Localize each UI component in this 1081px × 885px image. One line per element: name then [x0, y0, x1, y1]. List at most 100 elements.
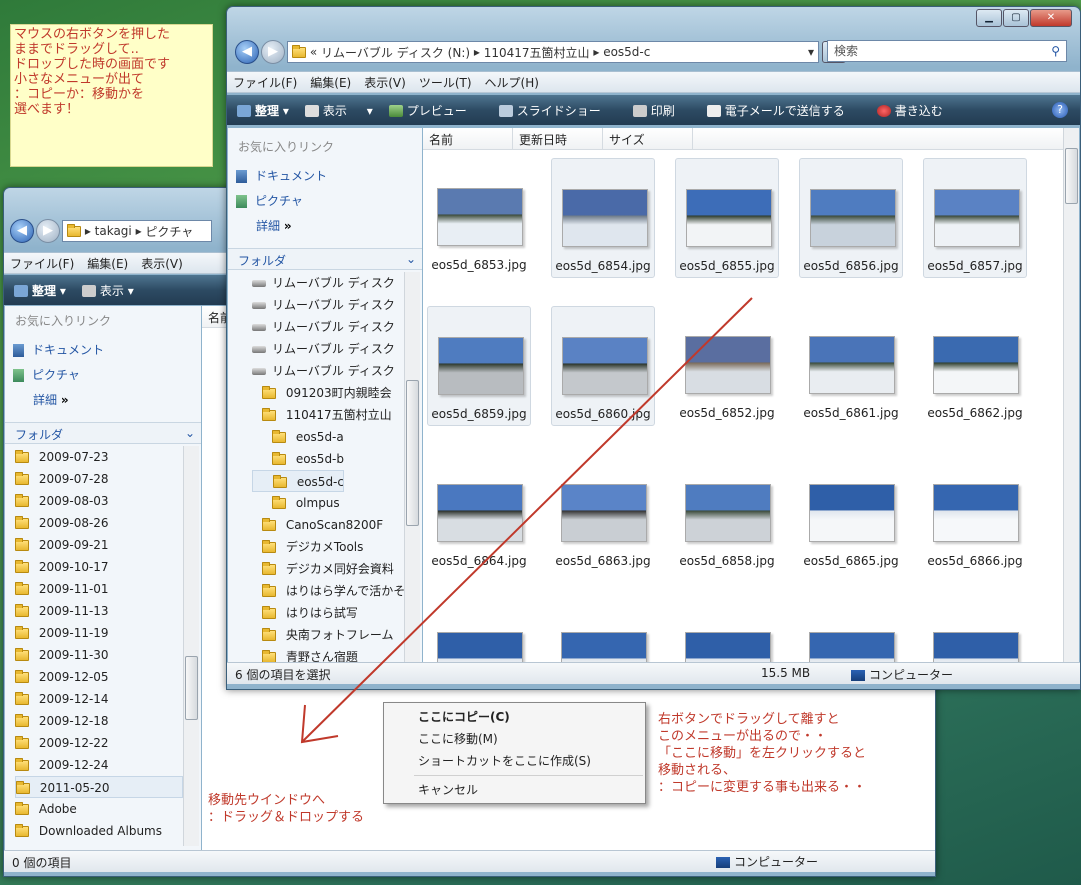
copy-here-item[interactable]: ここにコピー(C) — [384, 706, 645, 728]
forward-button[interactable]: ▶ — [36, 219, 60, 243]
folder-item[interactable]: 2009-07-28 — [15, 468, 183, 490]
close-button[interactable]: ✕ — [1030, 9, 1072, 27]
forward-button[interactable]: ▶ — [261, 40, 285, 64]
folder-item[interactable]: Adobe — [15, 798, 183, 820]
folder-item[interactable]: 2009-12-05 — [15, 666, 183, 688]
col-size[interactable]: サイズ — [603, 128, 693, 149]
front-address-bar[interactable]: « リムーバブル ディスク (N:) ▸ 110417五箇村立山 ▸ eos5d… — [287, 41, 819, 63]
folder-item[interactable]: 青野さん宿題 — [252, 646, 404, 662]
file-thumbnail[interactable]: eos5d_6858.jpg — [675, 454, 779, 574]
create-shortcut-item[interactable]: ショートカットをここに作成(S) — [384, 750, 645, 772]
print-button[interactable]: 印刷 — [632, 102, 691, 119]
file-thumbnail[interactable]: eos5d_6853.jpg — [427, 158, 531, 278]
folder-item[interactable]: 2009-11-13 — [15, 600, 183, 622]
drive-item[interactable]: リムーバブル ディスク — [252, 338, 404, 360]
file-thumbnail[interactable]: eos5d_6861.jpg — [799, 306, 903, 426]
folder-item[interactable]: 2009-12-14 — [15, 688, 183, 710]
folder-item[interactable]: Downloaded Albums — [15, 820, 183, 842]
folder-item[interactable]: 2009-08-26 — [15, 512, 183, 534]
folder-item[interactable]: 2009-09-21 — [15, 534, 183, 556]
file-thumbnail[interactable] — [799, 602, 903, 662]
file-thumbnail[interactable]: eos5d_6859.jpg — [427, 306, 531, 426]
drive-item[interactable]: リムーバブル ディスク — [252, 294, 404, 316]
more-link[interactable]: 詳細 » — [228, 209, 422, 234]
folder-item[interactable]: CanoScan8200F — [252, 514, 404, 536]
folder-item[interactable]: eos5d-c — [252, 470, 344, 492]
folder-item[interactable]: デジカメ同好会資料 — [252, 558, 404, 580]
folder-item[interactable]: 2009-12-24 — [15, 754, 183, 776]
file-thumbnail[interactable]: eos5d_6866.jpg — [923, 454, 1027, 574]
folder-item[interactable]: はりはら試写 — [252, 602, 404, 624]
file-thumbnail[interactable] — [551, 602, 655, 662]
front-tree-scrollbar[interactable] — [404, 272, 420, 662]
preview-button[interactable]: プレビュー — [388, 102, 483, 119]
burn-button[interactable]: 書き込む — [876, 102, 959, 119]
file-thumbnail[interactable]: eos5d_6860.jpg — [551, 306, 655, 426]
fav-documents[interactable]: ドキュメント — [5, 329, 201, 358]
folder-item[interactable]: eos5d-a — [252, 426, 404, 448]
folder-item[interactable]: eos5d-b — [252, 448, 404, 470]
menu-tools[interactable]: ツール(T) — [419, 74, 472, 91]
folder-item[interactable]: 2009-12-18 — [15, 710, 183, 732]
view-button[interactable]: 表示 ▾ — [81, 282, 134, 299]
drive-item[interactable]: リムーバブル ディスク — [252, 316, 404, 338]
search-input[interactable]: 検索 ⚲ — [827, 40, 1067, 62]
file-thumbnail[interactable]: eos5d_6855.jpg — [675, 158, 779, 278]
folder-item[interactable]: 2009-11-30 — [15, 644, 183, 666]
help-icon[interactable]: ? — [1052, 102, 1068, 118]
file-thumbnail[interactable] — [675, 602, 779, 662]
move-here-item[interactable]: ここに移動(M) — [384, 728, 645, 750]
menu-edit[interactable]: 編集(E) — [87, 255, 128, 272]
file-thumbnail[interactable]: eos5d_6857.jpg — [923, 158, 1027, 278]
folder-item[interactable]: 2009-08-03 — [15, 490, 183, 512]
menu-view[interactable]: 表示(V) — [141, 255, 183, 272]
front-explorer-window[interactable]: ▁ ▢ ✕ ◀ ▶ « リムーバブル ディスク (N:) ▸ 110417五箇村… — [226, 6, 1081, 690]
more-link[interactable]: 詳細 » — [5, 383, 201, 408]
file-thumbnail[interactable]: eos5d_6863.jpg — [551, 454, 655, 574]
drive-item[interactable]: リムーバブル ディスク — [252, 360, 404, 382]
folder-item[interactable]: olmpus — [252, 492, 404, 514]
view-button[interactable]: 表示 ▾ — [304, 102, 373, 119]
fav-documents[interactable]: ドキュメント — [228, 155, 422, 184]
file-thumbnail[interactable]: eos5d_6862.jpg — [923, 306, 1027, 426]
folder-item[interactable]: 2009-11-19 — [15, 622, 183, 644]
folder-item[interactable]: 2009-11-01 — [15, 578, 183, 600]
file-thumbnail[interactable]: eos5d_6852.jpg — [675, 306, 779, 426]
file-thumbnail[interactable]: eos5d_6854.jpg — [551, 158, 655, 278]
file-thumbnail[interactable]: eos5d_6865.jpg — [799, 454, 903, 574]
col-name[interactable]: 名前 — [423, 128, 513, 149]
back-button[interactable]: ◀ — [235, 40, 259, 64]
fav-pictures[interactable]: ピクチャ — [228, 184, 422, 209]
file-thumbnail[interactable] — [923, 602, 1027, 662]
organize-button[interactable]: 整理 ▾ — [14, 282, 66, 299]
menu-edit[interactable]: 編集(E) — [310, 74, 351, 91]
folder-item[interactable]: 2009-12-22 — [15, 732, 183, 754]
fav-pictures[interactable]: ピクチャ — [5, 358, 201, 383]
drive-item[interactable]: リムーバブル ディスク — [252, 272, 404, 294]
folder-item[interactable]: 091203町内親睦会 — [252, 382, 404, 404]
file-thumbnail[interactable]: eos5d_6856.jpg — [799, 158, 903, 278]
folder-item[interactable]: デジカメTools — [252, 536, 404, 558]
menu-help[interactable]: ヘルプ(H) — [485, 74, 539, 91]
back-button[interactable]: ◀ — [10, 219, 34, 243]
organize-button[interactable]: 整理 ▾ — [237, 102, 289, 119]
cancel-item[interactable]: キャンセル — [384, 779, 645, 801]
maximize-button[interactable]: ▢ — [1003, 9, 1029, 27]
back-address-bar[interactable]: ▸ takagi ▸ ピクチャ — [62, 220, 212, 242]
folders-header[interactable]: フォルダ ⌄ — [228, 248, 422, 270]
folder-item[interactable]: 110417五箇村立山 — [252, 404, 404, 426]
minimize-button[interactable]: ▁ — [976, 9, 1002, 27]
folder-item[interactable]: 央南フォトフレーム — [252, 624, 404, 646]
content-scrollbar[interactable] — [1063, 128, 1079, 662]
email-button[interactable]: 電子メールで送信する — [706, 102, 861, 119]
folder-item[interactable]: 2011-05-20 — [15, 776, 183, 798]
menu-view[interactable]: 表示(V) — [364, 74, 406, 91]
folders-header[interactable]: フォルダ ⌄ — [5, 422, 201, 444]
col-date[interactable]: 更新日時 — [513, 128, 603, 149]
menu-file[interactable]: ファイル(F) — [233, 74, 297, 91]
back-tree-scrollbar[interactable] — [183, 446, 199, 846]
file-thumbnail[interactable] — [427, 602, 531, 662]
folder-item[interactable]: はりはら学んで活かそ — [252, 580, 404, 602]
folder-item[interactable]: 2009-07-23 — [15, 446, 183, 468]
slideshow-button[interactable]: スライドショー — [498, 102, 617, 119]
